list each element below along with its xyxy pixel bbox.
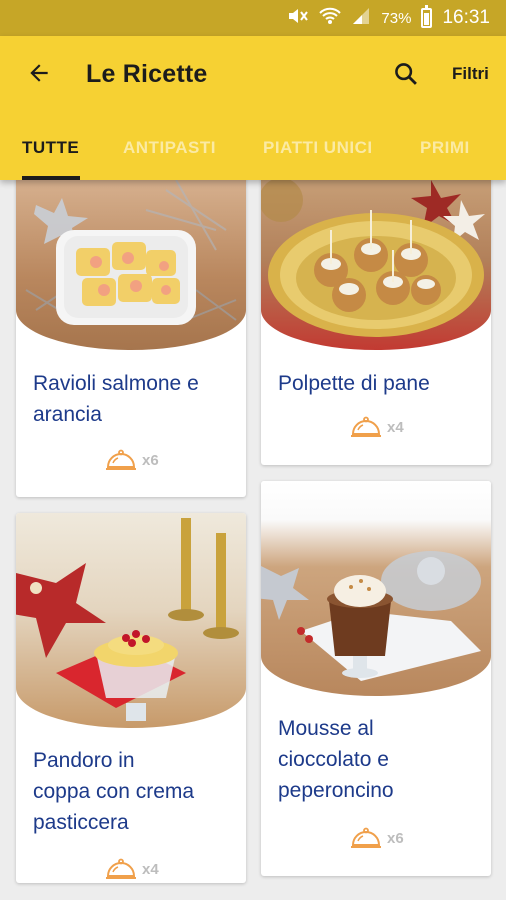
arrow-left-icon bbox=[30, 64, 48, 82]
search-icon bbox=[395, 63, 417, 85]
category-tabs: TUTTE ANTIPASTI PIATTI UNICI PRIMI bbox=[0, 120, 506, 180]
clock: 16:31 bbox=[442, 7, 490, 28]
page-title: Le Ricette bbox=[86, 60, 208, 88]
recipe-card-polpette[interactable]: Polpette di pane x4 bbox=[261, 170, 491, 465]
cloche-icon bbox=[106, 449, 136, 470]
servings-count: x6 bbox=[387, 829, 404, 847]
recipe-title: Polpette di pane bbox=[278, 372, 430, 395]
servings-count: x6 bbox=[142, 451, 159, 469]
recipe-photo-ravioli bbox=[16, 170, 246, 350]
tab-antipasti[interactable]: ANTIPASTI bbox=[123, 138, 216, 158]
tab-primi[interactable]: PRIMI bbox=[420, 138, 470, 158]
servings-info: x6 bbox=[349, 826, 404, 850]
servings-count: x4 bbox=[142, 860, 159, 878]
signal-icon bbox=[351, 7, 371, 30]
cloche-icon bbox=[351, 416, 381, 437]
recipe-card-ravioli[interactable]: Ravioli salmone e arancia x6 bbox=[16, 170, 246, 497]
mute-icon bbox=[287, 7, 309, 30]
wifi-icon bbox=[319, 7, 342, 30]
recipe-card-mousse[interactable]: Mousse al cioccolato e peperoncino x6 bbox=[261, 481, 491, 876]
recipe-title: Ravioli salmone e arancia bbox=[33, 372, 199, 426]
cloche-icon bbox=[106, 858, 136, 879]
recipe-title: Pandoro in coppa con crema pasticcera bbox=[33, 749, 195, 834]
cloche-icon bbox=[351, 827, 381, 848]
servings-info: x4 bbox=[349, 415, 404, 439]
recipe-title: Mousse al cioccolato e peperoncino bbox=[278, 717, 394, 802]
active-tab-indicator bbox=[22, 176, 80, 180]
recipe-photo-polpette bbox=[261, 170, 491, 350]
recipe-photo-pandoro bbox=[16, 513, 246, 728]
servings-count: x4 bbox=[387, 418, 404, 436]
tab-piatti-unici[interactable]: PIATTI UNICI bbox=[263, 138, 373, 158]
status-bar: 73% 16:31 bbox=[0, 0, 506, 36]
servings-info: x4 bbox=[104, 857, 159, 881]
recipe-card-pandoro[interactable]: Pandoro in coppa con crema pasticcera x4 bbox=[16, 513, 246, 883]
recipe-photo-mousse bbox=[261, 481, 491, 696]
tab-tutte[interactable]: TUTTE bbox=[22, 138, 79, 158]
battery-icon bbox=[421, 5, 433, 28]
back-button[interactable] bbox=[20, 54, 58, 92]
search-button[interactable] bbox=[388, 56, 424, 92]
filter-button[interactable]: Filtri bbox=[452, 64, 489, 84]
app-bar: Le Ricette Filtri TUTTE ANTIPASTI PIATTI… bbox=[0, 36, 506, 180]
battery-percentage: 73% bbox=[381, 9, 412, 27]
servings-info: x6 bbox=[104, 448, 159, 472]
